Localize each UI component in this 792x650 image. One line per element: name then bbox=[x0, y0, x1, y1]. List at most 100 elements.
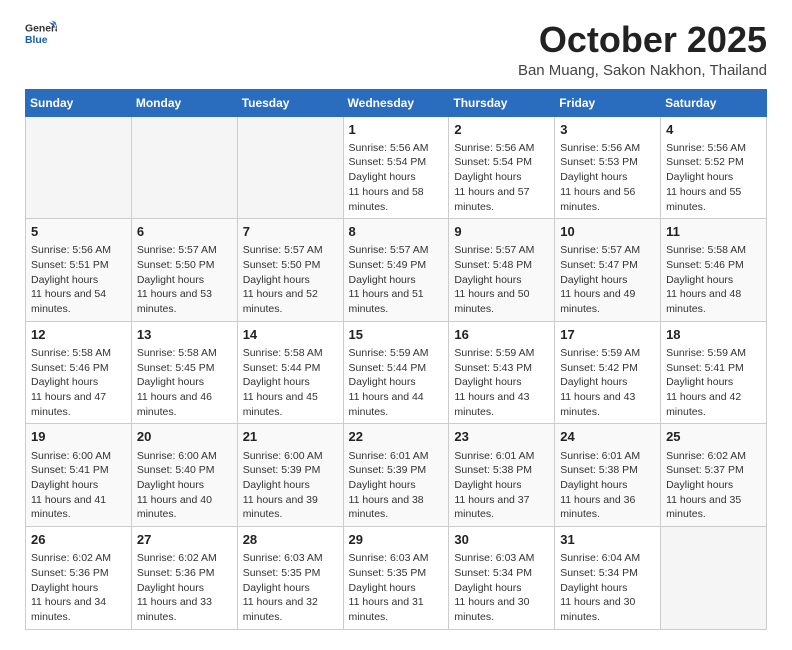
day-info: Sunrise: 5:56 AMSunset: 5:51 PMDaylight … bbox=[31, 243, 126, 316]
table-row: 8 Sunrise: 5:57 AMSunset: 5:49 PMDaylight… bbox=[343, 219, 449, 322]
day-info: Sunrise: 6:01 AMSunset: 5:38 PMDaylight … bbox=[560, 449, 655, 522]
table-row: 18Sunrise: 5:59 AMSunset: 5:41 PMDayligh… bbox=[661, 321, 767, 424]
day-info: Sunrise: 6:02 AMSunset: 5:36 PMDaylight … bbox=[137, 551, 232, 624]
calendar-week-row: 1 Sunrise: 5:56 AMSunset: 5:54 PMDaylight… bbox=[26, 116, 767, 219]
day-number: 14 bbox=[243, 326, 338, 344]
day-number: 2 bbox=[454, 121, 549, 139]
table-row: 5 Sunrise: 5:56 AMSunset: 5:51 PMDaylight… bbox=[26, 219, 132, 322]
month-title: October 2025 bbox=[518, 20, 767, 60]
day-number: 12 bbox=[31, 326, 126, 344]
day-info: Sunrise: 5:57 AMSunset: 5:47 PMDaylight … bbox=[560, 243, 655, 316]
page-header: General Blue October 2025 Ban Muang, Sak… bbox=[25, 20, 767, 79]
day-number: 15 bbox=[349, 326, 444, 344]
day-number: 19 bbox=[31, 428, 126, 446]
calendar-week-row: 26 Sunrise: 6:02 AMSunset: 5:36 PMDayligh… bbox=[26, 527, 767, 630]
table-row bbox=[237, 116, 343, 219]
day-info: Sunrise: 6:03 AMSunset: 5:35 PMDaylight … bbox=[243, 551, 338, 624]
day-number: 22 bbox=[349, 428, 444, 446]
day-number: 13 bbox=[137, 326, 232, 344]
day-info: Sunrise: 6:01 AMSunset: 5:38 PMDaylight … bbox=[454, 449, 549, 522]
header-thursday: Thursday bbox=[449, 89, 555, 116]
day-number: 28 bbox=[243, 531, 338, 549]
day-info: Sunrise: 5:57 AMSunset: 5:48 PMDaylight … bbox=[454, 243, 549, 316]
header-saturday: Saturday bbox=[661, 89, 767, 116]
day-info: Sunrise: 5:56 AMSunset: 5:52 PMDaylight … bbox=[666, 141, 761, 214]
calendar-week-row: 19Sunrise: 6:00 AMSunset: 5:41 PMDayligh… bbox=[26, 424, 767, 527]
table-row: 14 Sunrise: 5:58 AMSunset: 5:44 PMDayligh… bbox=[237, 321, 343, 424]
table-row: 31 Sunrise: 6:04 AMSunset: 5:34 PMDayligh… bbox=[555, 527, 661, 630]
day-info: Sunrise: 5:58 AMSunset: 5:44 PMDaylight … bbox=[243, 346, 338, 419]
day-info: Sunrise: 5:58 AMSunset: 5:46 PMDaylight … bbox=[31, 346, 126, 419]
day-info: Sunrise: 6:02 AMSunset: 5:36 PMDaylight … bbox=[31, 551, 126, 624]
day-info: Sunrise: 5:59 AMSunset: 5:42 PMDaylight … bbox=[560, 346, 655, 419]
day-info: Sunrise: 5:57 AMSunset: 5:50 PMDaylight … bbox=[243, 243, 338, 316]
table-row bbox=[661, 527, 767, 630]
table-row: 26 Sunrise: 6:02 AMSunset: 5:36 PMDayligh… bbox=[26, 527, 132, 630]
day-number: 5 bbox=[31, 223, 126, 241]
header-sunday: Sunday bbox=[26, 89, 132, 116]
day-number: 31 bbox=[560, 531, 655, 549]
day-number: 30 bbox=[454, 531, 549, 549]
calendar-week-row: 5 Sunrise: 5:56 AMSunset: 5:51 PMDaylight… bbox=[26, 219, 767, 322]
table-row: 24 Sunrise: 6:01 AMSunset: 5:38 PMDayligh… bbox=[555, 424, 661, 527]
table-row: 15 Sunrise: 5:59 AMSunset: 5:44 PMDayligh… bbox=[343, 321, 449, 424]
logo: General Blue bbox=[25, 20, 57, 48]
day-info: Sunrise: 5:58 AMSunset: 5:45 PMDaylight … bbox=[137, 346, 232, 419]
day-number: 20 bbox=[137, 428, 232, 446]
day-number: 7 bbox=[243, 223, 338, 241]
day-number: 24 bbox=[560, 428, 655, 446]
day-info: Sunrise: 6:03 AMSunset: 5:34 PMDaylight … bbox=[454, 551, 549, 624]
calendar-table: Sunday Monday Tuesday Wednesday Thursday… bbox=[25, 89, 767, 630]
table-row: 23 Sunrise: 6:01 AMSunset: 5:38 PMDayligh… bbox=[449, 424, 555, 527]
day-number: 8 bbox=[349, 223, 444, 241]
table-row: 10 Sunrise: 5:57 AMSunset: 5:47 PMDayligh… bbox=[555, 219, 661, 322]
table-row: 12 Sunrise: 5:58 AMSunset: 5:46 PMDayligh… bbox=[26, 321, 132, 424]
table-row: 22 Sunrise: 6:01 AMSunset: 5:39 PMDayligh… bbox=[343, 424, 449, 527]
day-info: Sunrise: 6:00 AMSunset: 5:39 PMDaylight … bbox=[243, 449, 338, 522]
logo-icon: General Blue bbox=[25, 20, 57, 48]
day-info: Sunrise: 5:59 AMSunset: 5:44 PMDaylight … bbox=[349, 346, 444, 419]
day-info: Sunrise: 5:56 AMSunset: 5:53 PMDaylight … bbox=[560, 141, 655, 214]
header-monday: Monday bbox=[131, 89, 237, 116]
day-info: Sunrise: 6:00 AMSunset: 5:40 PMDaylight … bbox=[137, 449, 232, 522]
day-number: 1 bbox=[349, 121, 444, 139]
day-info: Sunrise: 5:57 AMSunset: 5:50 PMDaylight … bbox=[137, 243, 232, 316]
day-number: 16 bbox=[454, 326, 549, 344]
day-number: 6 bbox=[137, 223, 232, 241]
header-tuesday: Tuesday bbox=[237, 89, 343, 116]
day-number: 26 bbox=[31, 531, 126, 549]
calendar-week-row: 12 Sunrise: 5:58 AMSunset: 5:46 PMDayligh… bbox=[26, 321, 767, 424]
day-info: Sunrise: 5:56 AMSunset: 5:54 PMDaylight … bbox=[454, 141, 549, 214]
day-info: Sunrise: 6:03 AMSunset: 5:35 PMDaylight … bbox=[349, 551, 444, 624]
day-info: Sunrise: 5:56 AMSunset: 5:54 PMDaylight … bbox=[349, 141, 444, 214]
day-info: Sunrise: 5:59 AMSunset: 5:41 PMDaylight … bbox=[666, 346, 761, 419]
table-row: 21 Sunrise: 6:00 AMSunset: 5:39 PMDayligh… bbox=[237, 424, 343, 527]
day-number: 17 bbox=[560, 326, 655, 344]
table-row: 30 Sunrise: 6:03 AMSunset: 5:34 PMDayligh… bbox=[449, 527, 555, 630]
calendar-header-row: Sunday Monday Tuesday Wednesday Thursday… bbox=[26, 89, 767, 116]
table-row: 4 Sunrise: 5:56 AMSunset: 5:52 PMDaylight… bbox=[661, 116, 767, 219]
table-row: 28 Sunrise: 6:03 AMSunset: 5:35 PMDayligh… bbox=[237, 527, 343, 630]
table-row: 20 Sunrise: 6:00 AMSunset: 5:40 PMDayligh… bbox=[131, 424, 237, 527]
day-info: Sunrise: 6:04 AMSunset: 5:34 PMDaylight … bbox=[560, 551, 655, 624]
table-row: 11Sunrise: 5:58 AMSunset: 5:46 PMDayligh… bbox=[661, 219, 767, 322]
table-row bbox=[131, 116, 237, 219]
day-info: Sunrise: 5:57 AMSunset: 5:49 PMDaylight … bbox=[349, 243, 444, 316]
day-info: Sunrise: 5:58 AMSunset: 5:46 PMDaylight … bbox=[666, 243, 761, 316]
day-number: 23 bbox=[454, 428, 549, 446]
svg-text:General: General bbox=[25, 24, 57, 35]
table-row: 9Sunrise: 5:57 AMSunset: 5:48 PMDaylight… bbox=[449, 219, 555, 322]
table-row: 25Sunrise: 6:02 AMSunset: 5:37 PMDayligh… bbox=[661, 424, 767, 527]
day-number: 4 bbox=[666, 121, 761, 139]
svg-text:Blue: Blue bbox=[25, 35, 48, 46]
table-row: 16Sunrise: 5:59 AMSunset: 5:43 PMDayligh… bbox=[449, 321, 555, 424]
title-section: October 2025 Ban Muang, Sakon Nakhon, Th… bbox=[518, 20, 767, 79]
table-row: 3Sunrise: 5:56 AMSunset: 5:53 PMDaylight… bbox=[555, 116, 661, 219]
day-info: Sunrise: 6:01 AMSunset: 5:39 PMDaylight … bbox=[349, 449, 444, 522]
day-number: 21 bbox=[243, 428, 338, 446]
day-number: 25 bbox=[666, 428, 761, 446]
day-number: 27 bbox=[137, 531, 232, 549]
day-number: 10 bbox=[560, 223, 655, 241]
table-row: 29Sunrise: 6:03 AMSunset: 5:35 PMDayligh… bbox=[343, 527, 449, 630]
header-friday: Friday bbox=[555, 89, 661, 116]
